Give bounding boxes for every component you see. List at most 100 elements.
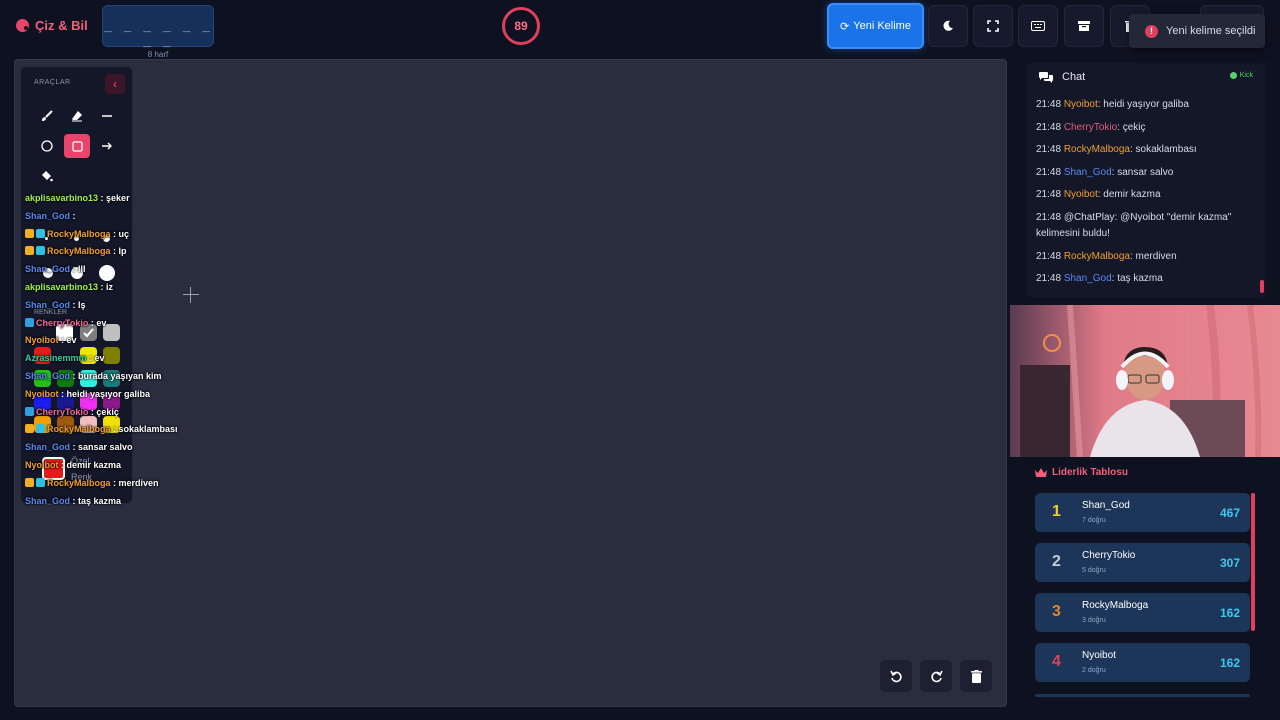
chat-user[interactable]: Shan_God <box>1064 167 1112 178</box>
word-hint-box: _ _ _ _ _ _ _ _ 8 harf <box>102 5 214 59</box>
word-hint: _ _ _ _ _ _ _ _ <box>103 18 213 48</box>
new-word-button[interactable]: ⟳ Yeni Kelime <box>827 3 924 49</box>
overlay-chat-text: : ev <box>86 353 105 364</box>
leaderboard-score: 162 <box>1219 656 1240 670</box>
chat-message: 21:48 CherryTokio: çekiç <box>1036 120 1256 136</box>
palette-icon <box>16 19 29 32</box>
leaderboard-correct-count: 7 doğru <box>1082 517 1106 524</box>
leaderboard-name: CherryTokio <box>1082 550 1136 561</box>
word-length: 8 harf <box>147 50 169 59</box>
circle-tool[interactable] <box>34 134 60 158</box>
rectangle-tool[interactable] <box>64 134 90 158</box>
chat-time: 21:48 <box>1036 250 1062 262</box>
chat-message: 21:48 Nyoibot: heidi yaşıyor galiba <box>1036 97 1256 113</box>
chat-text: : merdiven <box>1129 250 1177 262</box>
leaderboard-title: Liderlik Tablosu <box>1052 467 1128 478</box>
dark-mode-button[interactable] <box>928 5 968 47</box>
circle-icon <box>41 140 53 152</box>
leaderboard-row-partial <box>1035 694 1250 697</box>
overlay-chat-text: : ev <box>88 317 107 328</box>
collapse-tools-button[interactable]: ‹ <box>105 74 125 94</box>
overlay-chat-text: : merdiven <box>110 477 159 488</box>
redo-button[interactable] <box>920 660 952 692</box>
user-badge-icon <box>36 228 45 238</box>
overlay-chat-line: Shan_God : <box>25 208 225 226</box>
overlay-chat-line: RockyMalboga : uç <box>25 226 225 244</box>
overlay-chat-user: Shan_God <box>25 442 71 453</box>
overlay-chat-line: Nyoibot : ev <box>25 332 225 350</box>
leaderboard-scrollbar[interactable] <box>1251 493 1255 631</box>
overlay-chat-user: RockyMalboga <box>47 424 111 435</box>
overlay-chat-text: : <box>70 210 76 221</box>
fill-tool[interactable] <box>34 164 60 188</box>
overlay-chat-line: Shan_God : lş <box>25 297 225 315</box>
fullscreen-icon <box>987 20 999 32</box>
leaderboard-correct-count: 3 doğru <box>1082 617 1106 624</box>
archive-button[interactable] <box>1064 5 1104 47</box>
redo-icon <box>930 670 943 682</box>
overlay-chat-text: : ev <box>58 335 77 346</box>
overlay-chat-text: : taş kazma <box>70 495 122 506</box>
overlay-chat-user: Shan_God <box>25 370 71 381</box>
chat-text: : çekiç <box>1117 121 1146 133</box>
clear-canvas-button[interactable] <box>960 660 992 692</box>
eraser-icon <box>72 111 82 122</box>
chat-bubbles-icon <box>1039 71 1053 83</box>
leaderboard-row: 4 Nyoibot 2 doğru 162 <box>1035 643 1250 682</box>
chat-text: : sokaklambası <box>1129 144 1197 156</box>
chat-time: 21:48 <box>1036 189 1062 201</box>
leaderboard-rank: 1 <box>1052 503 1061 520</box>
chat-text: : demir kazma <box>1097 189 1161 201</box>
chat-user[interactable]: RockyMalboga <box>1064 251 1130 262</box>
eraser-tool[interactable] <box>64 104 90 128</box>
undo-button[interactable] <box>880 660 912 692</box>
overlay-chat-text: : lll <box>70 264 86 275</box>
platform-label: Kick <box>1239 72 1253 79</box>
leaderboard-name: RockyMalboga <box>1082 600 1149 611</box>
leaderboard-score: 307 <box>1219 556 1240 570</box>
chat-user[interactable]: Nyoibot <box>1064 189 1098 200</box>
toast-text: Yeni kelime seçildi <box>1166 25 1256 37</box>
square-icon <box>71 140 83 152</box>
overlay-chat-line: CherryTokio : çekiç <box>25 404 225 422</box>
chat-message: 21:48 RockyMalboga: sokaklambası <box>1036 142 1256 158</box>
chat-user[interactable]: Shan_God <box>1064 273 1112 284</box>
overlay-chat-text: : uç <box>110 228 130 239</box>
trash-icon <box>970 669 982 683</box>
leaderboard-row: 1 Shan_God 7 doğru 467 <box>1035 493 1250 532</box>
brush-tool[interactable] <box>34 104 60 128</box>
chat-title: Chat <box>1062 71 1086 83</box>
leaderboard-row: 2 CherryTokio 5 doğru 307 <box>1035 543 1250 582</box>
overlay-chat-user: RockyMalboga <box>47 246 111 257</box>
chat-time: 21:48 <box>1036 121 1062 133</box>
fullscreen-button[interactable] <box>973 5 1013 47</box>
chat-user[interactable]: Nyoibot <box>1064 99 1098 110</box>
chat-user[interactable]: CherryTokio <box>1064 122 1117 133</box>
arrow-icon <box>102 142 112 150</box>
toast-notification: ! Yeni kelime seçildi <box>1129 14 1265 48</box>
line-tool[interactable] <box>94 104 120 128</box>
webcam-feed <box>1010 305 1280 457</box>
overlay-chat-text: : lş <box>70 299 86 310</box>
overlay-chat-user: Nyoibot <box>25 459 59 470</box>
chat-message: 21:48 Shan_God: sansar salvo <box>1036 165 1256 181</box>
streamer-webcam-image <box>1010 305 1280 457</box>
chat-text: : taş kazma <box>1111 273 1163 285</box>
chat-message: 21:48 Nyoibot: demir kazma <box>1036 187 1256 203</box>
overlay-chat-text: : burada yaşıyan kim <box>70 370 162 381</box>
overlay-chat-user: Nyoibot <box>25 388 59 399</box>
chat-user[interactable]: RockyMalboga <box>1064 144 1130 155</box>
crown-icon <box>1035 467 1047 477</box>
overlay-chat-line: Shan_God : lll <box>25 261 225 279</box>
timer: 89 <box>502 7 540 45</box>
chat-scrollbar[interactable] <box>1260 280 1264 293</box>
tools-title: ARAÇLAR <box>34 79 71 86</box>
keyboard-button[interactable] <box>1018 5 1058 47</box>
overlay-chat-line: akplisavarbino13 : şeker <box>25 190 225 208</box>
leaderboard-header: Liderlik Tablosu <box>1035 467 1128 478</box>
overlay-chat-text: : iz <box>98 281 114 292</box>
chevron-left-icon: ‹ <box>113 77 117 91</box>
arrow-tool[interactable] <box>94 134 120 158</box>
chat-panel: Chat Kick 21:48 Nyoibot: heidi yaşıyor g… <box>1027 63 1265 297</box>
leaderboard-name: Shan_God <box>1082 500 1130 511</box>
